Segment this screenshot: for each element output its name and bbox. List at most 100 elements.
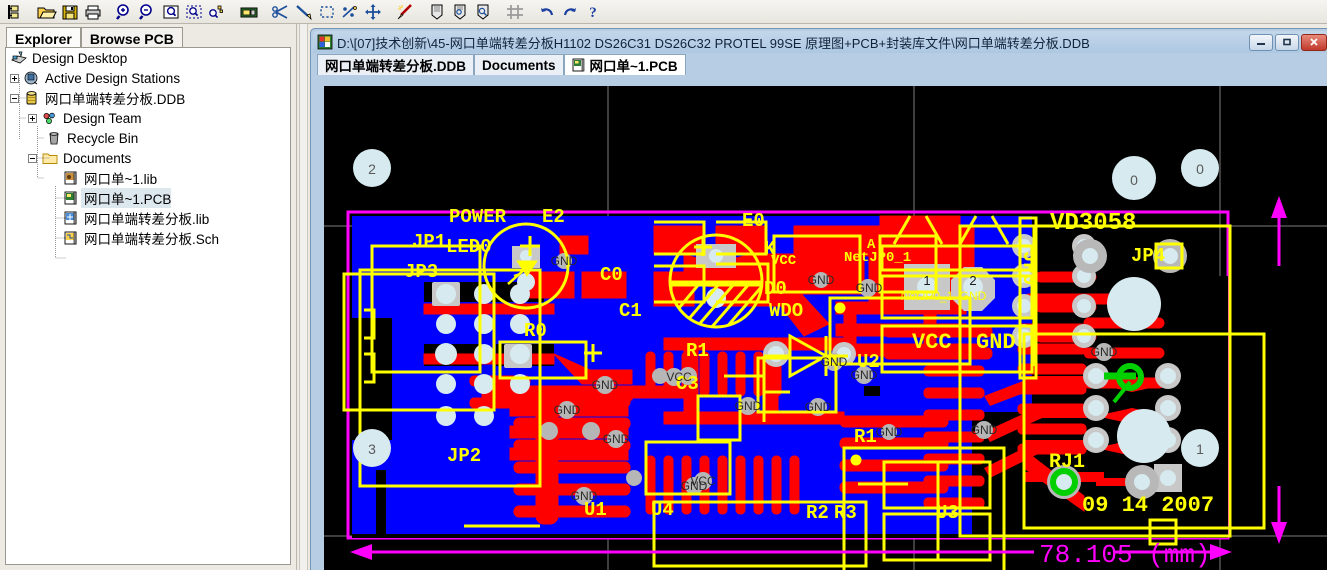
doc-tab-label: 网口单~1.PCB <box>589 59 678 74</box>
panel-divider-track[interactable] <box>299 24 308 570</box>
tree-label: Design Team <box>63 110 142 126</box>
maximize-button[interactable] <box>1275 33 1299 51</box>
pcb-icon <box>62 190 80 206</box>
panel-divider[interactable] <box>296 24 310 570</box>
tree-item-pcb[interactable]: 网口单~1.PCB <box>6 188 290 208</box>
tree-item-ddb[interactable]: 网口单端转差分板.DDB <box>6 88 290 108</box>
svg-text:GND: GND <box>551 254 578 268</box>
tree-item-sch[interactable]: 网口单端转差分板.Sch <box>6 228 290 248</box>
minimize-button[interactable] <box>1249 33 1273 51</box>
highlight-net-icon[interactable] <box>394 1 416 23</box>
svg-text:GND: GND <box>735 399 762 413</box>
tree-item-design-team[interactable]: Design Team <box>6 108 290 128</box>
pad-net: GND <box>960 289 987 303</box>
svg-text:GND: GND <box>571 489 598 503</box>
hole-label: 0 <box>1130 172 1138 188</box>
toolbar-separator <box>261 1 270 23</box>
pcb-document-window: D:\[07]技术创新\45-网口单端转差分板H1102 DS26C31 DS2… <box>310 28 1327 570</box>
tree-item-recycle-bin[interactable]: Recycle Bin <box>6 128 290 148</box>
move-icon[interactable] <box>362 1 384 23</box>
tab-browse-pcb-label: Browse PCB <box>89 30 174 47</box>
tree-label: 网口单端转差分板.lib <box>84 212 210 227</box>
svg-text:?: ? <box>589 5 597 21</box>
save-icon[interactable] <box>59 1 81 23</box>
redo-icon[interactable] <box>559 1 581 23</box>
svg-text:GND: GND <box>971 423 998 437</box>
print-icon[interactable] <box>82 1 104 23</box>
doc-tab-label: 网口单端转差分板.DDB <box>325 59 466 74</box>
undo-icon[interactable] <box>536 1 558 23</box>
database-icon <box>23 90 41 106</box>
pcb-canvas[interactable]: POWER LED0 E2 E0 JP1 JP3 JP2 C0 C1 R0 C3… <box>324 86 1327 570</box>
expander-minus-icon[interactable] <box>28 153 37 163</box>
select-area-icon[interactable] <box>316 1 338 23</box>
deselect-icon[interactable] <box>339 1 361 23</box>
pcb-artwork[interactable]: POWER LED0 E2 E0 JP1 JP3 JP2 C0 C1 R0 C3… <box>324 86 1327 570</box>
zoom-document-icon[interactable] <box>160 1 182 23</box>
pad-net: NetJP0_1 <box>901 289 954 303</box>
width-dimension-label: 78.105 (mm) <box>1039 540 1211 570</box>
svg-text:VCC: VCC <box>912 330 952 355</box>
tree-item-schlib[interactable]: 网口单端转差分板.lib <box>6 208 290 228</box>
expander-minus-icon[interactable] <box>10 93 19 103</box>
svg-text:GND: GND <box>681 479 708 493</box>
svg-text:VD3058: VD3058 <box>1050 210 1136 237</box>
tab-explorer[interactable]: Explorer <box>6 27 81 48</box>
tab-explorer-label: Explorer <box>15 30 72 47</box>
svg-text:GND: GND <box>876 425 903 439</box>
svg-text:VCC: VCC <box>771 253 797 269</box>
expander-plus-icon[interactable] <box>10 73 19 83</box>
document-title-bar[interactable]: D:\[07]技术创新\45-网口单端转差分板H1102 DS26C31 DS2… <box>313 31 1327 53</box>
expander-plus-icon[interactable] <box>28 113 37 123</box>
svg-text:C0: C0 <box>600 264 623 286</box>
toolbar-separator <box>417 1 426 23</box>
cut-icon[interactable] <box>270 1 292 23</box>
zoom-selection-icon[interactable] <box>206 1 228 23</box>
schlib-icon <box>62 210 80 226</box>
svg-text:WDO: WDO <box>769 300 803 322</box>
paste-icon[interactable] <box>293 1 315 23</box>
doc-tab-ddb[interactable]: 网口单端转差分板.DDB <box>317 54 474 75</box>
svg-text:R0: R0 <box>524 320 547 342</box>
svg-text:R1: R1 <box>854 426 877 448</box>
tree-label: 网口单端转差分板.Sch <box>84 232 220 247</box>
component-edit-icon[interactable] <box>449 1 471 23</box>
zoom-area-icon[interactable] <box>183 1 205 23</box>
svg-text:GND: GND <box>603 432 630 446</box>
zoom-in-icon[interactable] <box>114 1 136 23</box>
close-button[interactable] <box>1301 33 1327 51</box>
hole-label: 3 <box>368 441 376 457</box>
svg-text:JP3: JP3 <box>404 261 438 283</box>
design-explorer-tree[interactable]: Design Desktop Active Design Stations 网口… <box>5 47 291 565</box>
tree-item-pcblib[interactable]: 网口单~1.lib <box>6 168 290 188</box>
svg-text:09 14 2007: 09 14 2007 <box>1082 493 1214 518</box>
tree-label: 网口单~1.lib <box>84 172 158 187</box>
zoom-out-icon[interactable] <box>137 1 159 23</box>
tree-label: 网口单~1.PCB <box>81 188 172 208</box>
application-window: ? Explorer Browse PCB Design Desktop Act… <box>0 0 1327 570</box>
svg-text:C1: C1 <box>619 300 642 322</box>
help-icon[interactable]: ? <box>582 1 604 23</box>
open-folder-icon[interactable] <box>36 1 58 23</box>
grid-icon[interactable] <box>504 1 526 23</box>
component-place-icon[interactable] <box>472 1 494 23</box>
toolbar-separator <box>527 1 536 23</box>
svg-text:R1: R1 <box>686 340 709 362</box>
tree-item-design-desktop[interactable]: Design Desktop <box>6 48 290 68</box>
design-manager-icon[interactable] <box>4 1 26 23</box>
doc-tab-documents[interactable]: Documents <box>474 54 564 75</box>
svg-text:E0: E0 <box>742 210 765 232</box>
toolbar-separator <box>27 1 36 23</box>
tree-item-active-design-stations[interactable]: Active Design Stations <box>6 68 290 88</box>
main-toolbar: ? <box>0 0 1327 24</box>
desktop-icon <box>10 50 28 66</box>
svg-text:VCC: VCC <box>666 370 692 384</box>
component-browse-icon[interactable] <box>426 1 448 23</box>
tree-item-documents[interactable]: Documents <box>6 148 290 168</box>
pcblib-icon <box>62 170 80 186</box>
doc-tab-pcb[interactable]: 网口单~1.PCB <box>563 54 686 75</box>
svg-text:RJ1: RJ1 <box>1049 451 1085 474</box>
pcb-view-icon[interactable] <box>238 1 260 23</box>
tab-browse-pcb[interactable]: Browse PCB <box>80 27 183 48</box>
document-title-text: D:\[07]技术创新\45-网口单端转差分板H1102 DS26C31 DS2… <box>337 35 1090 51</box>
